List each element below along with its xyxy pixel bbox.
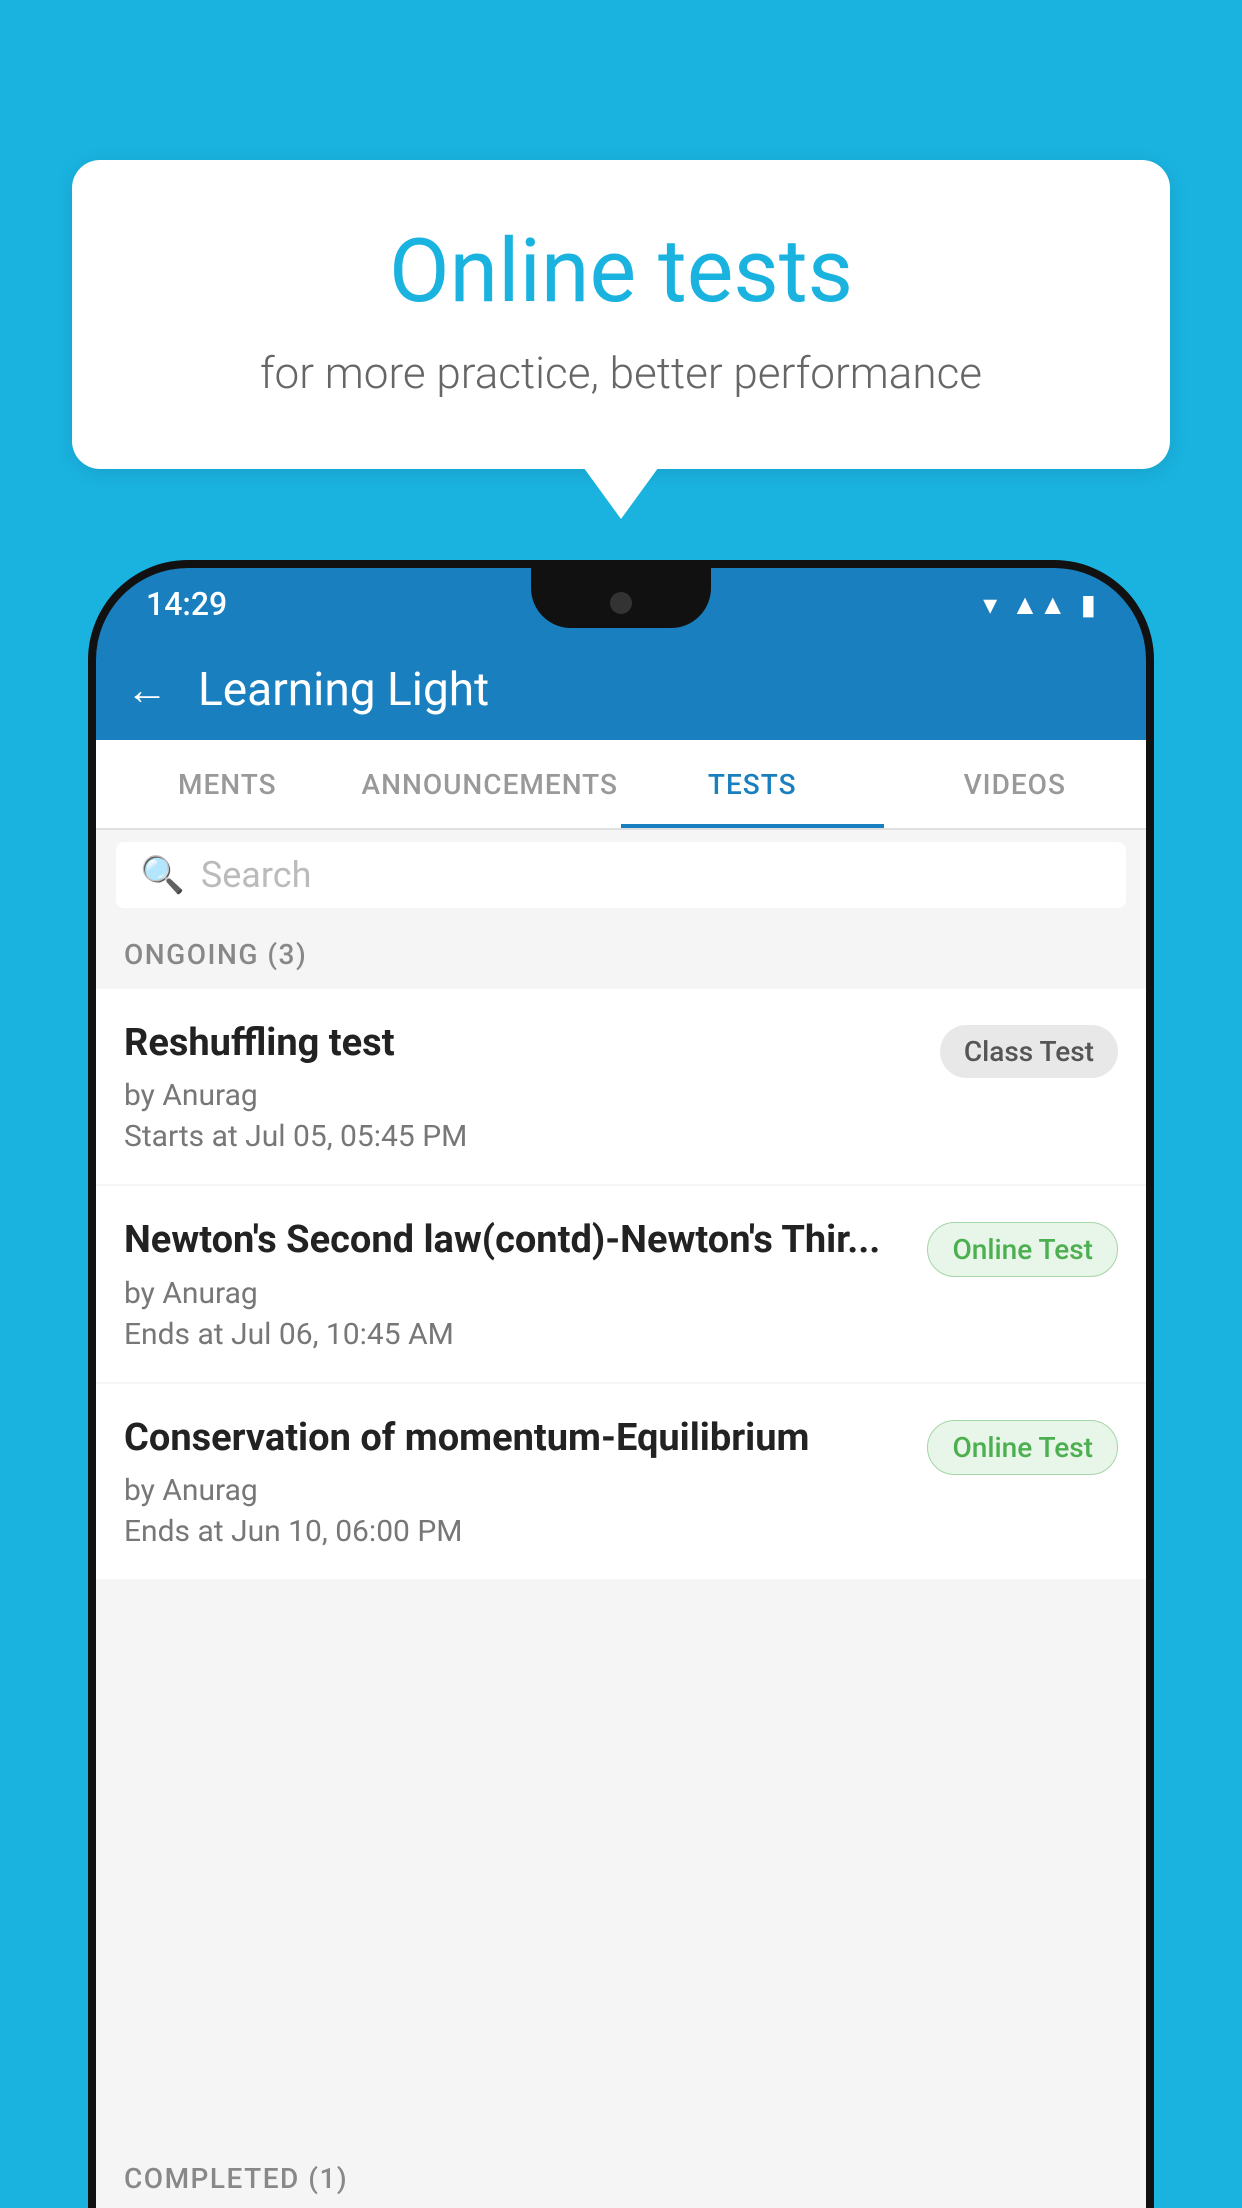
signal-icon: ▲▲: [1011, 588, 1066, 621]
tab-ments[interactable]: MENTS: [96, 740, 359, 828]
badge-class-test-reshuffling: Class Test: [940, 1025, 1118, 1078]
test-date-newtons: Ends at Jul 06, 10:45 AM: [124, 1317, 907, 1352]
test-title-newtons: Newton's Second law(contd)-Newton's Thir…: [124, 1216, 907, 1265]
test-date-reshuffling: Starts at Jul 05, 05:45 PM: [124, 1119, 920, 1154]
test-title-conservation: Conservation of momentum-Equilibrium: [124, 1414, 907, 1463]
wifi-icon: ▾: [983, 588, 997, 621]
tab-bar: MENTS ANNOUNCEMENTS TESTS VIDEOS: [96, 740, 1146, 830]
test-by-conservation: by Anurag: [124, 1473, 907, 1508]
speech-bubble-title: Online tests: [122, 220, 1120, 323]
test-info-newtons: Newton's Second law(contd)-Newton's Thir…: [124, 1216, 907, 1351]
app-title: Learning Light: [198, 663, 489, 717]
test-info-conservation: Conservation of momentum-Equilibrium by …: [124, 1414, 907, 1549]
test-card-newtons[interactable]: Newton's Second law(contd)-Newton's Thir…: [96, 1186, 1146, 1381]
test-date-conservation: Ends at Jun 10, 06:00 PM: [124, 1514, 907, 1549]
search-bar: 🔍 Search: [96, 830, 1146, 920]
tab-announcements[interactable]: ANNOUNCEMENTS: [359, 740, 622, 828]
phone-inner: 14:29 ▾ ▲▲ ▮ ← Learning Light MENTS ANNO…: [96, 568, 1146, 2208]
completed-text: COMPLETED (1): [124, 2162, 348, 2195]
tab-tests[interactable]: TESTS: [621, 740, 884, 828]
app-header: ← Learning Light: [96, 640, 1146, 740]
status-icons: ▾ ▲▲ ▮: [983, 588, 1096, 621]
test-info-reshuffling: Reshuffling test by Anurag Starts at Jul…: [124, 1019, 920, 1154]
search-placeholder: Search: [201, 854, 312, 896]
status-time: 14:29: [146, 585, 227, 623]
search-icon: 🔍: [140, 854, 185, 896]
camera-dot: [610, 592, 632, 614]
speech-bubble: Online tests for more practice, better p…: [72, 160, 1170, 469]
ongoing-section-header: ONGOING (3): [96, 920, 1146, 989]
completed-section-header: COMPLETED (1): [96, 2148, 1146, 2208]
speech-bubble-subtitle: for more practice, better performance: [122, 347, 1120, 399]
search-input-wrapper[interactable]: 🔍 Search: [116, 842, 1126, 908]
test-title-reshuffling: Reshuffling test: [124, 1019, 920, 1068]
phone-frame: 14:29 ▾ ▲▲ ▮ ← Learning Light MENTS ANNO…: [88, 560, 1154, 2208]
back-button[interactable]: ←: [126, 666, 168, 715]
test-by-reshuffling: by Anurag: [124, 1078, 920, 1113]
content-area: ONGOING (3) Reshuffling test by Anurag S…: [96, 920, 1146, 2208]
test-card-reshuffling[interactable]: Reshuffling test by Anurag Starts at Jul…: [96, 989, 1146, 1184]
badge-online-test-conservation: Online Test: [927, 1420, 1118, 1475]
tab-videos[interactable]: VIDEOS: [884, 740, 1147, 828]
test-card-conservation[interactable]: Conservation of momentum-Equilibrium by …: [96, 1384, 1146, 1579]
test-by-newtons: by Anurag: [124, 1276, 907, 1311]
battery-icon: ▮: [1081, 588, 1096, 621]
badge-online-test-newtons: Online Test: [927, 1222, 1118, 1277]
phone-notch: [531, 568, 711, 628]
